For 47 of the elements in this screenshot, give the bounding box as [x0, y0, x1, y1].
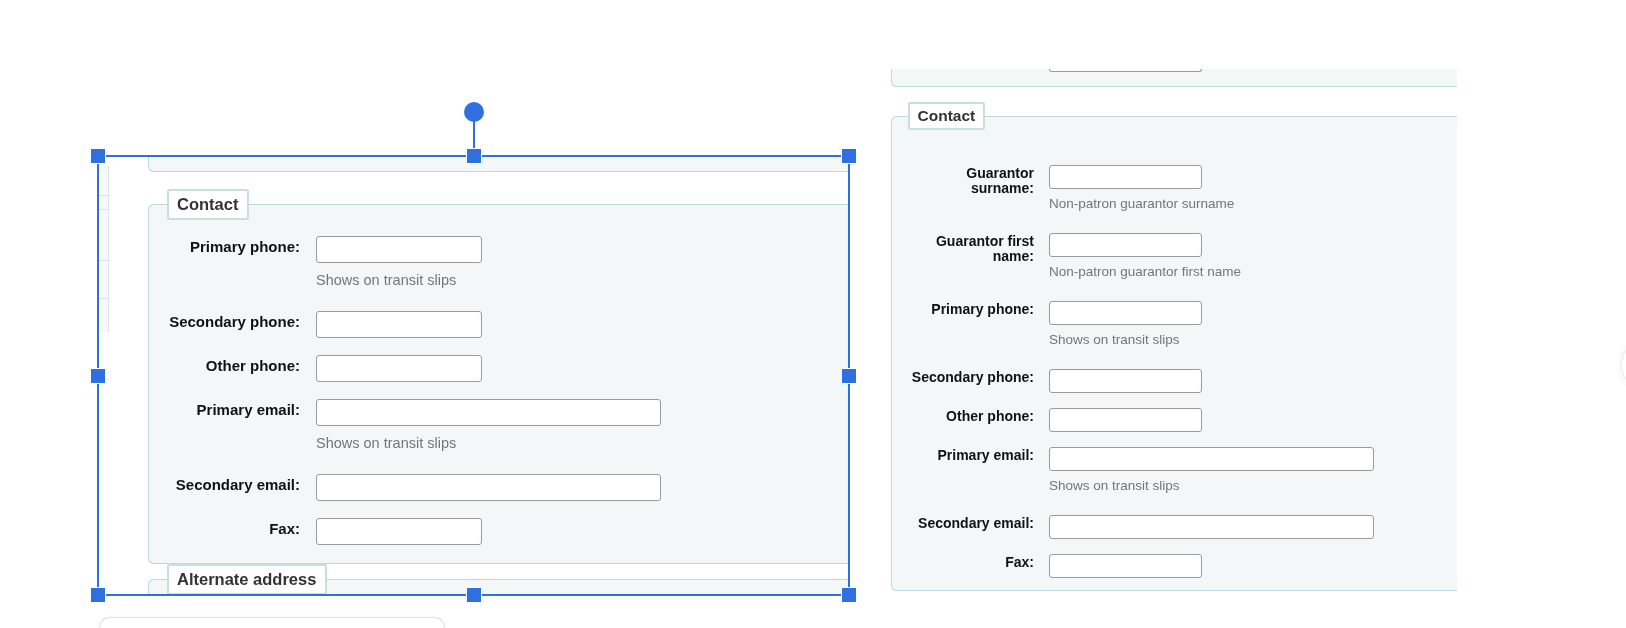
field-hint: Non-patron guarantor surname — [1049, 195, 1235, 212]
field-hint: Non-patron guarantor first name — [1049, 263, 1242, 280]
input-field[interactable] — [316, 355, 482, 382]
resize-handle[interactable] — [465, 148, 482, 164]
input-field[interactable] — [316, 399, 661, 426]
field-label: Secondary email: — [917, 514, 1034, 532]
input-field[interactable] — [1049, 164, 1202, 189]
field-label: Other phone: — [945, 407, 1034, 425]
resize-handle[interactable] — [841, 587, 857, 603]
section-legend: Contact — [166, 188, 249, 220]
field-label: Fax: — [268, 519, 300, 538]
field-label: Other phone: — [204, 356, 300, 375]
field-hint: Shows on transit slips — [1049, 331, 1180, 348]
resize-handle[interactable] — [465, 587, 482, 603]
field-hint: Shows on transit slips — [316, 271, 457, 289]
input-field[interactable] — [1049, 368, 1202, 393]
input-field[interactable] — [316, 311, 482, 338]
field-label: Fax: — [1004, 553, 1034, 571]
input-field[interactable] — [1049, 69, 1202, 72]
input-field[interactable] — [1049, 407, 1202, 432]
field-hint: Shows on transit slips — [1049, 477, 1180, 494]
field-label: Guarantor surname: — [965, 164, 1034, 198]
input-field[interactable] — [316, 518, 482, 545]
input-field[interactable] — [316, 474, 661, 501]
input-field[interactable] — [316, 236, 482, 263]
resize-handle[interactable] — [90, 367, 106, 384]
field-label: Secondary phone: — [168, 312, 300, 331]
field-label: Primary email: — [195, 400, 300, 419]
field-label: Guarantor first name: — [935, 232, 1034, 266]
resize-handle[interactable] — [90, 148, 106, 164]
field-label: Primary phone: — [188, 237, 300, 256]
field-hint: Shows on transit slips — [316, 434, 457, 452]
input-field[interactable] — [1049, 446, 1374, 471]
input-field[interactable] — [1049, 553, 1202, 578]
input-field[interactable] — [1049, 232, 1202, 257]
field-label: Primary phone: — [930, 300, 1034, 318]
input-field[interactable] — [1049, 300, 1202, 325]
section-legend: Alternate address — [166, 563, 327, 595]
resize-handle[interactable] — [841, 148, 857, 164]
resize-handle[interactable] — [841, 367, 857, 384]
field-label: Primary email: — [936, 446, 1034, 464]
field-label: Secondary phone: — [910, 368, 1034, 386]
section-legend: Contact — [908, 101, 985, 131]
resize-handle[interactable] — [90, 587, 106, 603]
rotate-handle[interactable] — [463, 102, 484, 148]
input-field[interactable] — [1049, 514, 1374, 539]
field-label: Secondary email: — [174, 475, 300, 494]
